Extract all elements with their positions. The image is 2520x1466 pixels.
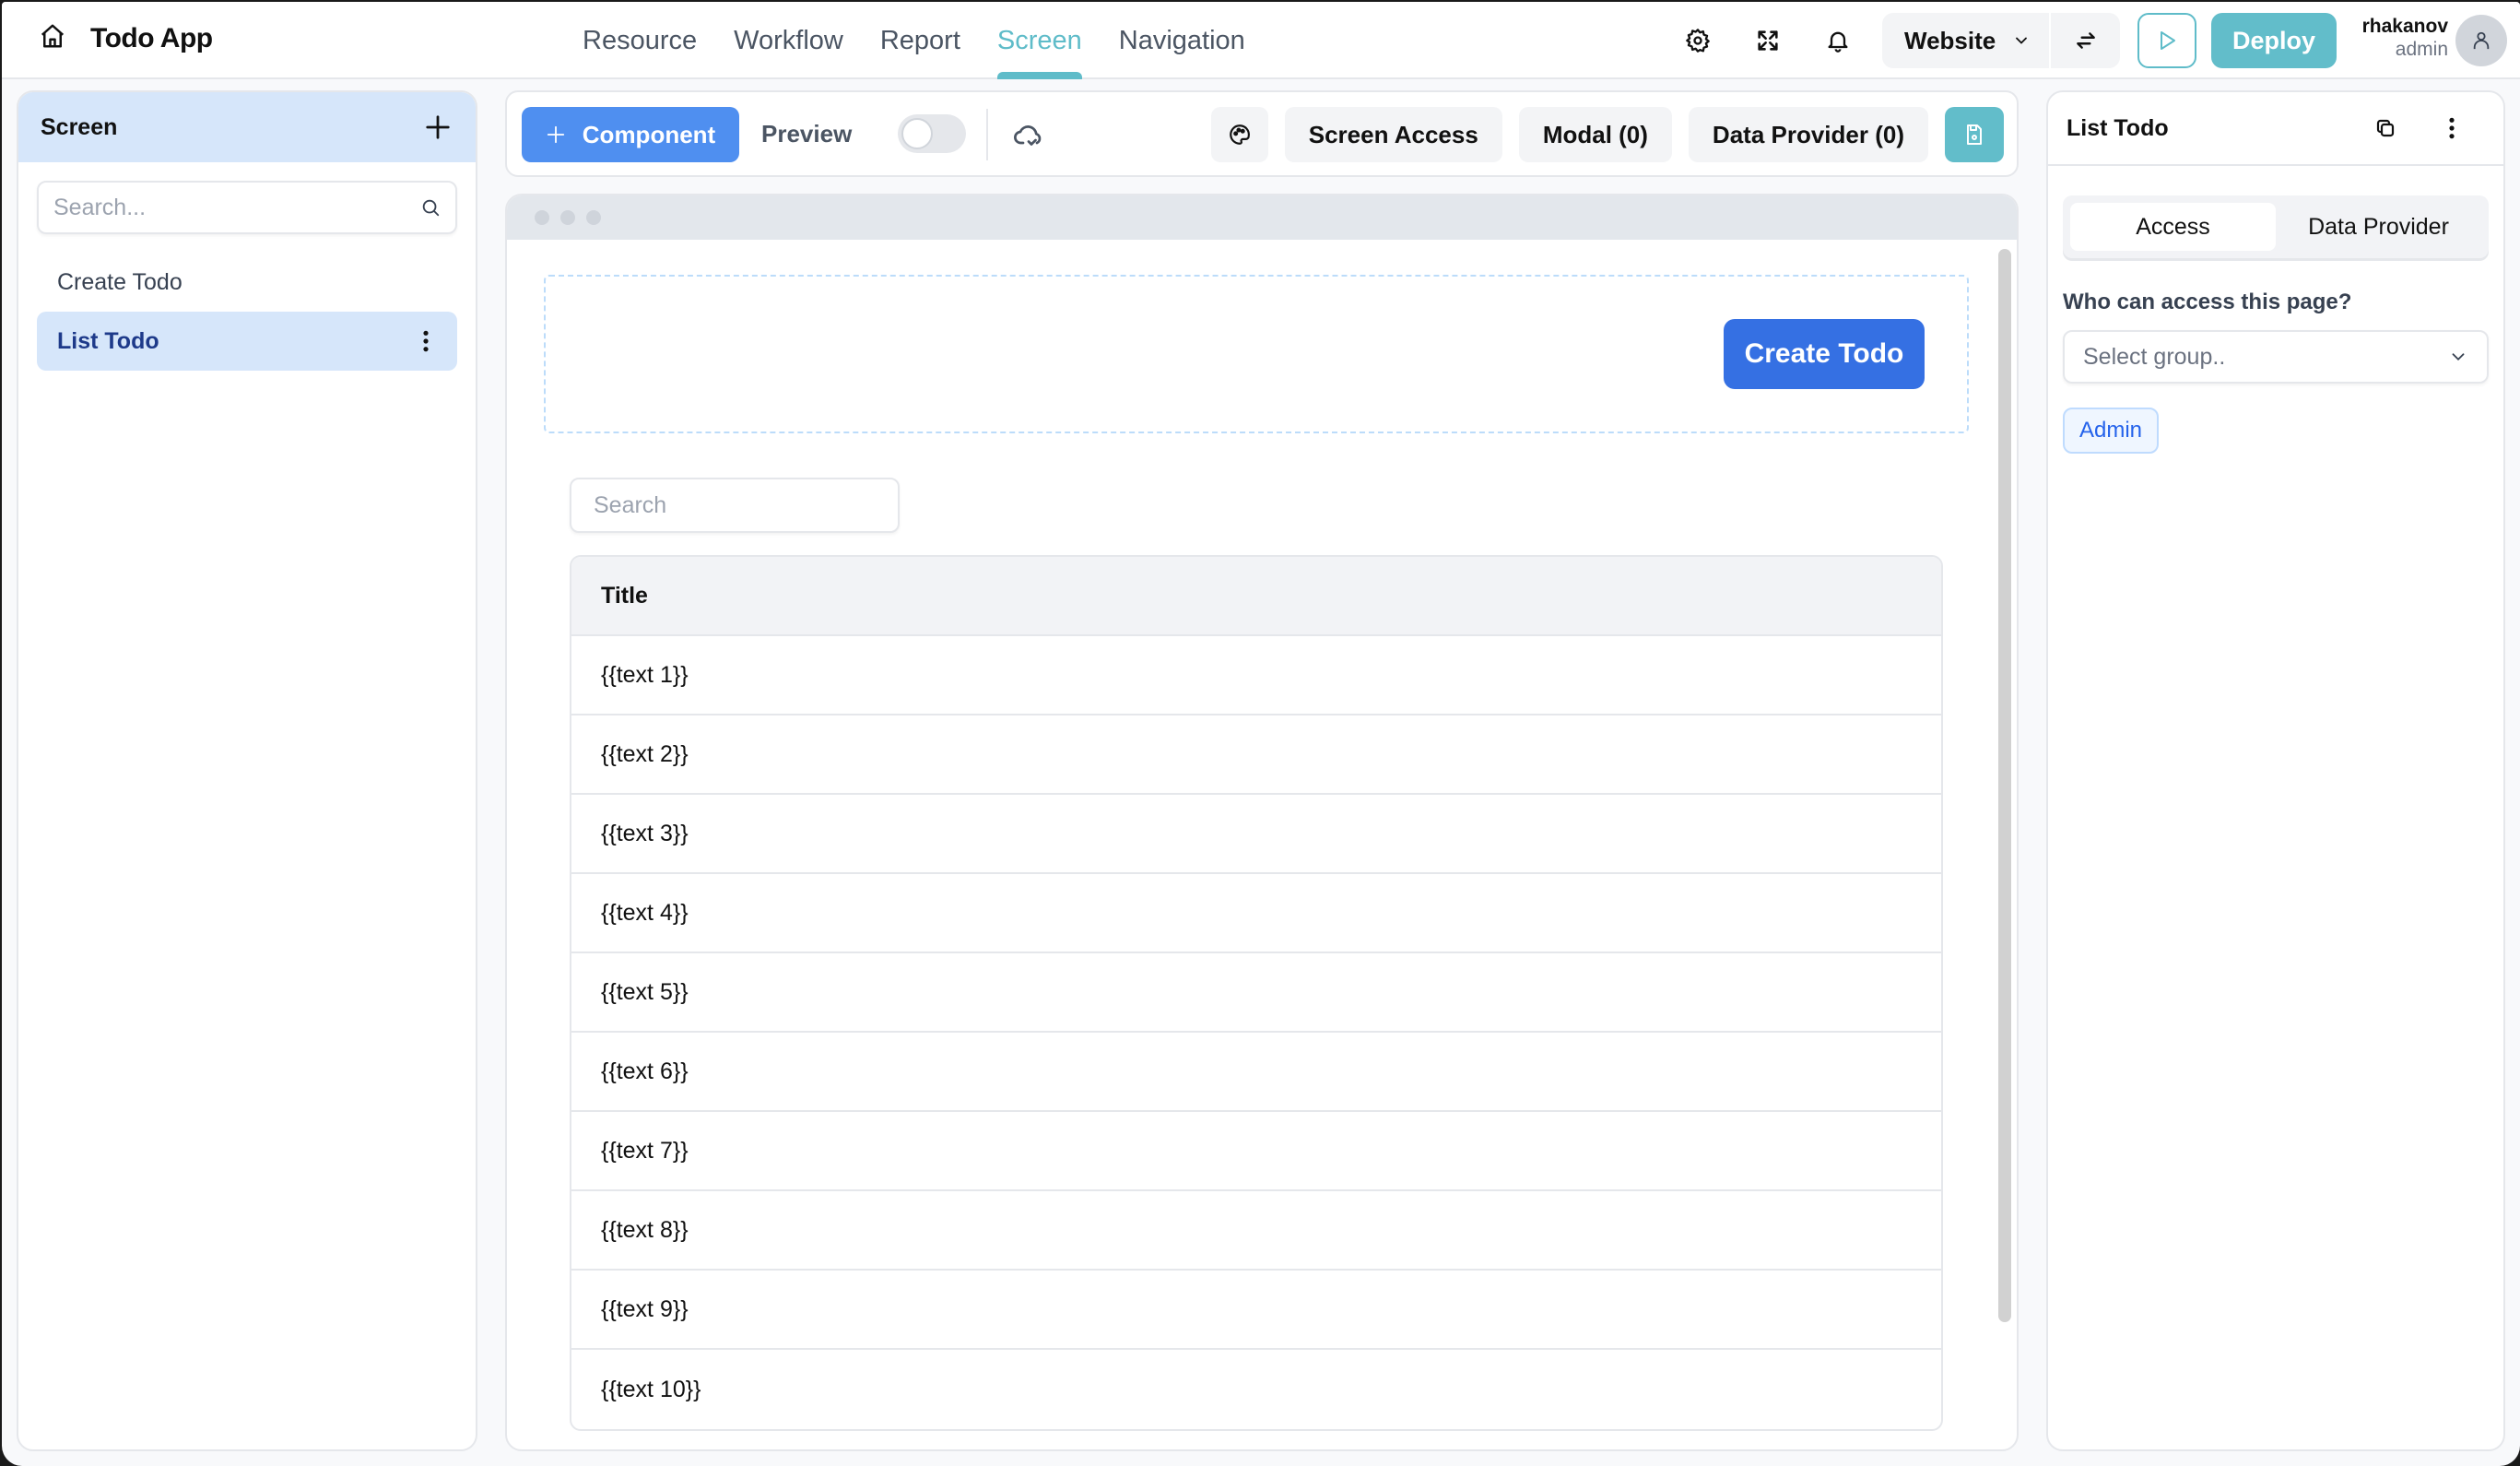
duplicate-button[interactable] [2373,115,2398,141]
theme-button[interactable] [1210,107,1268,162]
palette-icon [1229,124,1250,145]
properties-tabs: Access Data Provider [2063,195,2489,258]
properties-title: List Todo [2067,114,2169,141]
canvas-browser-chrome [507,195,2017,240]
table-row[interactable]: {{text 7}} [571,1112,1941,1191]
nav-tab-navigation[interactable]: Navigation [1119,2,1245,79]
group-chip-admin[interactable]: Admin [2063,408,2160,454]
table-header-title[interactable]: Title [571,557,1941,636]
user-name: rhakanov [2361,16,2448,37]
avatar[interactable] [2455,15,2507,66]
screen-access-button[interactable]: Screen Access [1284,107,1502,162]
canvas-scrollbar[interactable] [1998,249,2011,1322]
tab-access[interactable]: Access [2070,203,2276,251]
screen-item-label: List Todo [57,327,159,354]
screen-panel-header: Screen [18,92,476,162]
user-icon [2473,31,2490,50]
home-icon[interactable] [39,22,66,54]
tab-data-provider[interactable]: Data Provider [2276,203,2481,251]
properties-menu-button[interactable] [2439,115,2465,141]
table-search-input[interactable] [570,478,900,533]
group-select[interactable]: Select group.. [2063,330,2489,384]
screen-search-input[interactable] [53,194,404,221]
screen-search[interactable] [37,181,457,234]
toggle-knob [901,118,933,149]
more-vertical-icon [2449,117,2455,139]
environment-select[interactable]: Website [1882,13,2052,68]
properties-panel: List Todo Access Data Provider Who can a… [2046,90,2505,1451]
editor-toolbar: Component Preview Screen Access Modal (0… [505,90,2019,177]
top-bar: Todo App Resource Workflow Report Screen… [2,2,2520,79]
access-question-label: Who can access this page? [2063,290,2352,314]
swap-environment-button[interactable] [2051,13,2120,68]
main-nav: Resource Workflow Report Screen Navigati… [583,2,1245,79]
play-icon [2161,31,2175,50]
expand-icon[interactable] [1751,24,1784,57]
screen-item-list-todo[interactable]: List Todo [37,312,457,371]
window-dot [560,210,575,225]
chevron-down-icon [2016,37,2028,44]
nav-tab-resource[interactable]: Resource [583,2,697,79]
cloud-check-icon [1014,125,1042,146]
environment-group: Website [1882,13,2120,68]
table-row[interactable]: {{text 8}} [571,1191,1941,1271]
gear-icon[interactable] [1681,24,1714,57]
preview-toggle[interactable] [898,114,966,153]
chevron-down-icon [2452,353,2465,361]
data-provider-button[interactable]: Data Provider (0) [1688,107,1928,162]
search-icon [422,199,440,217]
modal-button[interactable]: Modal (0) [1518,107,1672,162]
table-row[interactable]: {{text 9}} [571,1271,1941,1350]
group-select-placeholder: Select group.. [2083,343,2226,370]
app-title: Todo App [90,22,213,53]
screen-list: Create Todo List Todo [18,253,476,371]
design-canvas: Create Todo Title {{text 1}} {{text 2}} … [505,194,2019,1451]
app-window: Todo App Resource Workflow Report Screen… [2,2,2520,1466]
screen-item-label: Create Todo [57,268,183,295]
toolbar-divider [986,109,988,160]
table-row[interactable]: {{text 3}} [571,795,1941,874]
add-component-label: Component [582,120,716,148]
nav-tab-screen[interactable]: Screen [996,2,1082,79]
deploy-button[interactable]: Deploy [2211,13,2337,68]
nav-tab-report[interactable]: Report [880,2,960,79]
table-row[interactable]: {{text 2}} [571,715,1941,795]
more-vertical-icon [423,330,429,352]
save-icon [1967,124,1982,145]
add-screen-button[interactable] [422,112,453,143]
component-container[interactable]: Create Todo [544,275,1969,433]
user-role: admin [2395,39,2448,60]
table-row[interactable]: {{text 5}} [571,953,1941,1033]
preview-label: Preview [761,120,853,148]
create-todo-button[interactable]: Create Todo [1724,319,1925,389]
bell-icon[interactable] [1821,24,1855,57]
copy-icon [2376,119,2395,137]
environment-value: Website [1904,26,1996,54]
save-button[interactable] [1945,107,2004,162]
plus-icon [426,115,450,139]
table-row[interactable]: {{text 1}} [571,636,1941,715]
brand[interactable]: Todo App [39,22,213,54]
screen-panel: Screen Create Todo List Todo [17,90,477,1451]
nav-tab-workflow[interactable]: Workflow [734,2,843,79]
add-component-button[interactable]: Component [522,107,739,162]
table-row[interactable]: {{text 10}} [571,1350,1941,1429]
plus-icon [547,125,564,144]
screen-panel-title: Screen [41,113,118,140]
toolbar-right: Screen Access Modal (0) Data Provider (0… [1210,107,2004,162]
properties-header: List Todo [2048,92,2503,166]
screen-item-menu-button[interactable] [415,327,437,355]
window-dot [586,210,601,225]
properties-actions [2373,115,2485,141]
user-info[interactable]: rhakanov admin [2352,15,2448,61]
table-row[interactable]: {{text 4}} [571,874,1941,953]
todo-table: Title {{text 1}} {{text 2}} {{text 3}} {… [570,555,1943,1431]
swap-arrows-icon [2076,32,2095,49]
run-button[interactable] [2137,13,2196,68]
canvas-body: Create Todo Title {{text 1}} {{text 2}} … [507,240,2017,1449]
screen-item-create-todo[interactable]: Create Todo [37,253,457,312]
window-dot [535,210,549,225]
table-row[interactable]: {{text 6}} [571,1033,1941,1112]
